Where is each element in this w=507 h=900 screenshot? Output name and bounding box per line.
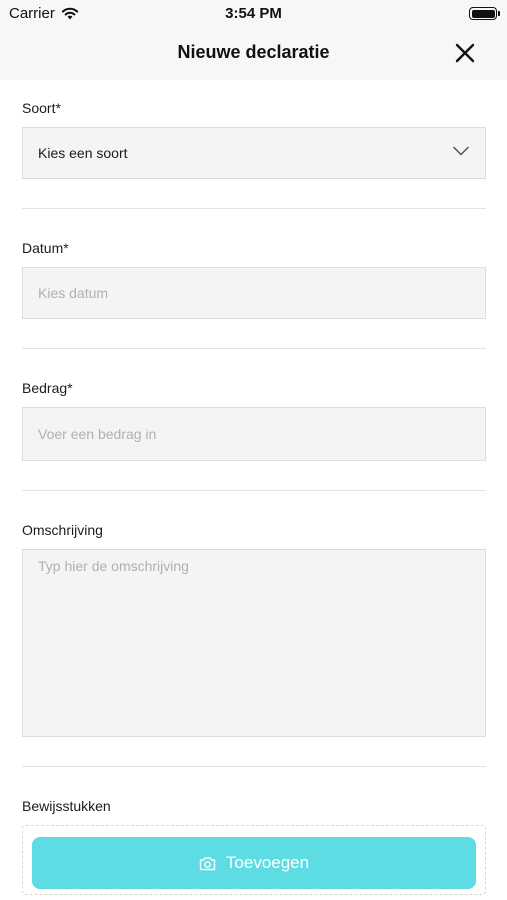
close-icon <box>455 43 475 63</box>
nav-bar: Nieuwe declaratie <box>0 28 507 80</box>
soort-label: Soort* <box>22 100 61 116</box>
add-attachment-label: Toevoegen <box>225 853 310 872</box>
omschrijving-placeholder: Typ hier de omschrijving <box>38 558 189 574</box>
datum-field[interactable]: Kies datum <box>22 267 486 319</box>
status-bar: Carrier 3:54 PM <box>0 0 507 28</box>
divider <box>22 348 486 349</box>
datum-placeholder: Kies datum <box>38 285 109 301</box>
status-time: 3:54 PM <box>225 5 282 22</box>
battery-icon <box>469 7 500 20</box>
datum-label: Datum* <box>22 240 69 256</box>
add-attachment-button[interactable]: Toevoegen <box>32 837 476 889</box>
soort-value: Kies een soort <box>38 145 128 161</box>
bedrag-placeholder: Voer een bedrag in <box>38 426 157 442</box>
close-button[interactable] <box>453 41 477 65</box>
page-title: Nieuwe declaratie <box>177 42 330 62</box>
chevron-down-icon <box>453 146 469 156</box>
divider <box>22 766 486 767</box>
camera-icon <box>199 856 216 870</box>
bedrag-label: Bedrag* <box>22 380 73 396</box>
bewijsstukken-label: Bewijsstukken <box>22 798 111 814</box>
bedrag-input[interactable]: Voer een bedrag in <box>22 407 486 461</box>
divider <box>22 208 486 209</box>
divider <box>22 490 486 491</box>
omschrijving-label: Omschrijving <box>22 522 103 538</box>
omschrijving-textarea[interactable]: Typ hier de omschrijving <box>22 549 486 737</box>
soort-select[interactable]: Kies een soort <box>22 127 486 179</box>
